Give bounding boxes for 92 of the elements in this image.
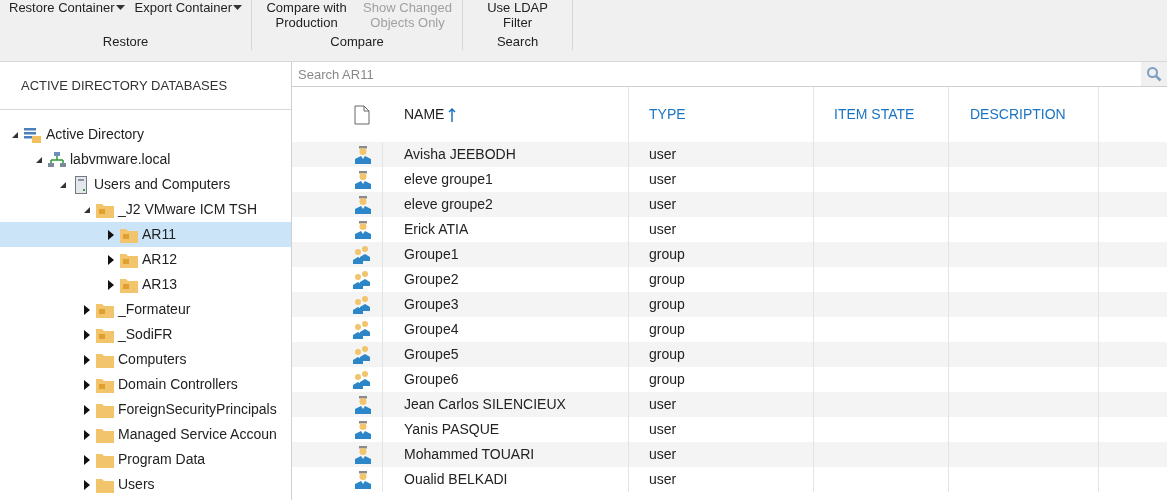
- tree-item[interactable]: AR12: [0, 247, 291, 272]
- expand-icon[interactable]: [84, 329, 90, 340]
- tree-item[interactable]: Computers: [0, 347, 291, 372]
- user-icon: [354, 169, 372, 190]
- tree-item[interactable]: Domain Controllers: [0, 372, 291, 397]
- ribbon-group-label: Compare: [330, 34, 384, 50]
- table-cell-text: Groupe1: [404, 245, 459, 264]
- expand-icon[interactable]: [84, 454, 90, 465]
- table-cell-text: eleve groupe1: [404, 170, 493, 189]
- user-icon: [354, 194, 372, 215]
- table-cell-text: group: [649, 370, 685, 389]
- table-cell-text: Mohammed TOUARI: [404, 445, 535, 464]
- collapse-icon[interactable]: [11, 130, 19, 139]
- ribbon-group-label: Search: [496, 34, 539, 50]
- collapse-icon[interactable]: [35, 155, 43, 164]
- table-cell-text: eleve groupe2: [404, 195, 493, 214]
- column-header[interactable]: DESCRIPTION: [970, 104, 1066, 125]
- directory-icon: [23, 125, 43, 144]
- table-cell-text: Oualid BELKADI: [404, 470, 508, 489]
- group-icon: [352, 244, 372, 265]
- group-icon: [352, 294, 372, 315]
- tree-item[interactable]: labvmware.local: [0, 147, 291, 172]
- sort-up-icon[interactable]: [448, 107, 457, 122]
- table-cell-text: Jean Carlos SILENCIEUX: [404, 395, 566, 414]
- table-cell-text: Groupe5: [404, 345, 459, 364]
- user-icon: [354, 219, 372, 240]
- tree-item[interactable]: Users: [0, 472, 291, 497]
- table-cell-text: Groupe3: [404, 295, 459, 314]
- tree-item[interactable]: AR11: [0, 222, 291, 247]
- tree-item[interactable]: Active Directory: [0, 122, 291, 147]
- tree-item[interactable]: AR13: [0, 272, 291, 297]
- tree-item[interactable]: Users and Computers: [0, 172, 291, 197]
- ribbon-button[interactable]: Use LDAP Filter: [469, 0, 567, 30]
- expand-icon[interactable]: [84, 354, 90, 365]
- table-cell-text: Groupe6: [404, 370, 459, 389]
- group-icon: [352, 369, 372, 390]
- user-icon: [354, 419, 372, 440]
- user-icon: [354, 469, 372, 490]
- document-icon: [354, 104, 370, 125]
- ribbon-button[interactable]: Compare with Production: [258, 0, 356, 30]
- table-cell-text: user: [649, 220, 677, 239]
- ribbon-group-label: Restore: [102, 34, 149, 50]
- tree-item[interactable]: Program Data: [0, 447, 291, 472]
- group-icon: [352, 344, 372, 365]
- caret-icon[interactable]: [115, 5, 125, 11]
- tree-item[interactable]: _J2 VMware ICM TSH: [0, 197, 291, 222]
- table-cell-text: group: [649, 295, 685, 314]
- expand-icon[interactable]: [108, 254, 114, 265]
- table-cell-text: Groupe2: [404, 270, 459, 289]
- table-cell-text: group: [649, 245, 685, 264]
- column-header[interactable]: NAME: [404, 104, 445, 125]
- table-cell-text: user: [649, 195, 677, 214]
- ribbon-button[interactable]: Restore Container: [6, 0, 128, 15]
- expand-icon[interactable]: [84, 429, 90, 440]
- table-cell-text: user: [649, 170, 677, 189]
- caret-icon[interactable]: [233, 5, 243, 11]
- expand-icon[interactable]: [84, 479, 90, 490]
- tree-item[interactable]: Managed Service Accoun: [0, 422, 291, 447]
- collapse-icon[interactable]: [59, 180, 67, 189]
- user-icon: [354, 444, 372, 465]
- expand-icon[interactable]: [84, 404, 90, 415]
- table-cell-text: group: [649, 270, 685, 289]
- table-cell-text: Yanis PASQUE: [404, 420, 500, 439]
- expand-icon[interactable]: [108, 279, 114, 290]
- collapse-icon[interactable]: [83, 205, 91, 214]
- table-cell-text: user: [649, 470, 677, 489]
- tree-item[interactable]: _Formateur: [0, 297, 291, 322]
- search-field[interactable]: Search AR11: [292, 62, 1141, 86]
- column-header[interactable]: TYPE: [649, 104, 686, 125]
- table-cell-text: Erick ATIA: [404, 220, 469, 239]
- expand-icon[interactable]: [84, 304, 90, 315]
- ribbon-button[interactable]: Export Container: [131, 0, 246, 15]
- group-icon: [352, 319, 372, 340]
- table-cell-text: group: [649, 320, 685, 339]
- table-cell-text: group: [649, 345, 685, 364]
- column-header[interactable]: ITEM STATE: [834, 104, 915, 125]
- expand-icon[interactable]: [84, 379, 90, 390]
- expand-icon[interactable]: [108, 229, 114, 240]
- group-icon: [352, 269, 372, 290]
- table-cell-text: user: [649, 420, 677, 439]
- network-icon: [47, 150, 67, 169]
- user-icon: [354, 144, 372, 165]
- table-cell-text: user: [649, 145, 677, 164]
- table-cell-text: user: [649, 395, 677, 414]
- tree-item[interactable]: _SodiFR: [0, 322, 291, 347]
- user-icon: [354, 394, 372, 415]
- table-cell-text: user: [649, 445, 677, 464]
- table-cell-text: Groupe4: [404, 320, 459, 339]
- tree-item[interactable]: ForeignSecurityPrincipals: [0, 397, 291, 422]
- sidebar-title: ACTIVE DIRECTORY DATABASES: [21, 76, 228, 95]
- table-cell-text: Avisha JEEBODH: [404, 145, 516, 164]
- server-icon: [74, 174, 88, 195]
